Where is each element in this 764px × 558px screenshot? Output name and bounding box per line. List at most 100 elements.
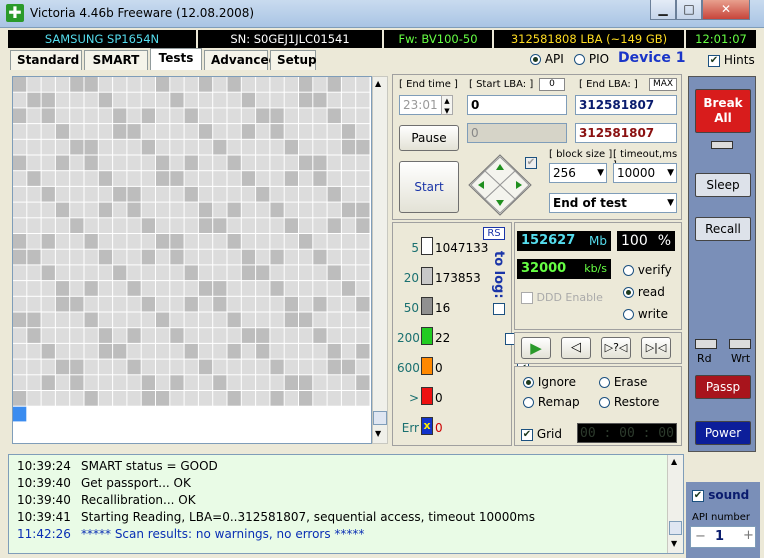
break-all-button[interactable]: Break All: [695, 89, 751, 133]
scan-cell: [156, 312, 170, 328]
timeout-select[interactable]: 10000 ▼: [613, 163, 677, 183]
scan-cell: [198, 249, 213, 265]
hints-option[interactable]: ✔ Hints: [708, 53, 755, 67]
mb-counter: 152627 Mb: [517, 231, 611, 251]
right-sidebar: Break All Sleep Recall Rd Wrt Passp Powe…: [688, 76, 756, 452]
scroll-up-icon[interactable]: ▲: [671, 457, 677, 466]
api-radio[interactable]: [530, 54, 541, 65]
scan-cell: [127, 343, 141, 359]
end-lba-max-button[interactable]: MAX: [649, 78, 677, 91]
scroll-thumb[interactable]: [373, 411, 387, 425]
api-option[interactable]: API: [530, 52, 564, 66]
scan-map-scrollbar[interactable]: ▲ ▼: [372, 76, 388, 444]
sleep-button[interactable]: Sleep: [695, 173, 751, 197]
rs-button[interactable]: RS: [483, 227, 505, 240]
grid-option[interactable]: ✔ Grid: [521, 427, 562, 441]
hints-checkbox[interactable]: ✔: [708, 54, 720, 67]
tab-strip: Standard SMART Tests Advanced Setup: [10, 48, 320, 72]
minimize-button[interactable]: ▁: [650, 0, 676, 20]
scan-cell: [213, 391, 227, 406]
write-radio[interactable]: [623, 309, 634, 320]
play-icon[interactable]: ▶: [521, 337, 551, 359]
start-lba-zero-button[interactable]: 0: [539, 78, 565, 91]
restore-option[interactable]: Restore: [599, 395, 659, 409]
minus-icon[interactable]: −: [695, 529, 706, 544]
scan-cell: [113, 108, 127, 124]
scan-cell: [70, 92, 84, 108]
scan-cell: [84, 139, 98, 155]
close-button[interactable]: ✕: [702, 0, 750, 20]
sound-checkbox[interactable]: ✔: [692, 489, 704, 502]
plus-icon[interactable]: +: [743, 528, 754, 543]
read-option[interactable]: read: [623, 285, 665, 299]
to-end-icon[interactable]: ▷|◁: [641, 337, 671, 359]
read-radio[interactable]: [623, 287, 634, 298]
scan-cell: [213, 359, 227, 375]
sound-option[interactable]: ✔ sound: [692, 488, 749, 502]
scan-cell: [213, 92, 227, 108]
scan-cell: [13, 171, 27, 186]
scan-cell: [241, 406, 256, 422]
scan-cell: [313, 124, 327, 139]
ddd-enable-checkbox[interactable]: [521, 292, 533, 304]
scan-cell: [284, 155, 298, 171]
scan-cell: [41, 186, 55, 202]
scan-cell: [84, 406, 98, 422]
nav-lock-checkbox[interactable]: ✔: [525, 156, 537, 169]
ignore-radio[interactable]: [523, 377, 534, 388]
scroll-down-icon[interactable]: ▼: [671, 539, 677, 548]
remap-option[interactable]: Remap: [523, 395, 580, 409]
scan-cell: [356, 328, 370, 343]
erase-option[interactable]: Erase: [599, 375, 647, 389]
pause-button[interactable]: Pause: [399, 125, 459, 151]
pio-option[interactable]: PIO: [574, 52, 609, 66]
scan-cell: [356, 124, 370, 139]
maximize-button[interactable]: □: [676, 0, 702, 20]
tab-standard[interactable]: Standard: [10, 50, 82, 70]
scroll-down-icon[interactable]: ▼: [375, 429, 381, 438]
scan-cell: [227, 139, 241, 155]
tab-smart[interactable]: SMART: [84, 50, 148, 70]
tab-tests[interactable]: Tests: [150, 48, 202, 70]
log-scroll-thumb[interactable]: [669, 521, 682, 535]
restore-radio[interactable]: [599, 397, 610, 408]
scan-cell: [156, 391, 170, 406]
start-lba-input[interactable]: 0: [467, 95, 567, 115]
tab-advanced[interactable]: Advanced: [204, 50, 277, 70]
scan-cell: [141, 77, 155, 92]
api-number-stepper[interactable]: − 1 +: [690, 526, 756, 548]
scan-cell: [198, 391, 213, 406]
grid-checkbox[interactable]: ✔: [521, 428, 533, 441]
end-lba-input[interactable]: 312581807: [575, 95, 677, 115]
scan-cell: [13, 312, 27, 328]
latency-color-swatch: [421, 237, 433, 255]
scan-cell: [256, 92, 270, 108]
log-scrollbar[interactable]: ▲ ▼: [667, 455, 683, 553]
scroll-up-icon[interactable]: ▲: [375, 79, 381, 88]
end-action-select[interactable]: End of test ▼: [549, 193, 677, 213]
tab-setup[interactable]: Setup: [270, 50, 317, 70]
scan-cell: [127, 328, 141, 343]
ddd-enable-option[interactable]: DDD Enable: [521, 291, 603, 304]
erase-radio[interactable]: [599, 377, 610, 388]
block-size-select[interactable]: 256 ▼: [549, 163, 607, 183]
power-button[interactable]: Power: [695, 421, 751, 445]
scan-cell: [98, 77, 113, 92]
scan-cell: [299, 202, 313, 218]
recall-button[interactable]: Recall: [695, 217, 751, 241]
start-button[interactable]: Start: [399, 161, 459, 213]
write-option[interactable]: write: [623, 307, 668, 321]
scan-cell: [84, 202, 98, 218]
pio-radio[interactable]: [574, 54, 585, 65]
passp-button[interactable]: Passp: [695, 375, 751, 399]
remap-radio[interactable]: [523, 397, 534, 408]
ignore-option[interactable]: Ignore: [523, 375, 576, 389]
verify-radio[interactable]: [623, 265, 634, 276]
skip-icon[interactable]: ▷?◁: [601, 337, 631, 359]
log-checkbox[interactable]: [493, 302, 505, 315]
chevron-down-icon: ▼: [667, 168, 674, 178]
scan-cell: [127, 155, 141, 171]
rewind-icon[interactable]: ◁: [561, 337, 591, 359]
verify-option[interactable]: verify: [623, 263, 672, 277]
end-time-spinner[interactable]: ▲ ▼: [441, 95, 453, 115]
